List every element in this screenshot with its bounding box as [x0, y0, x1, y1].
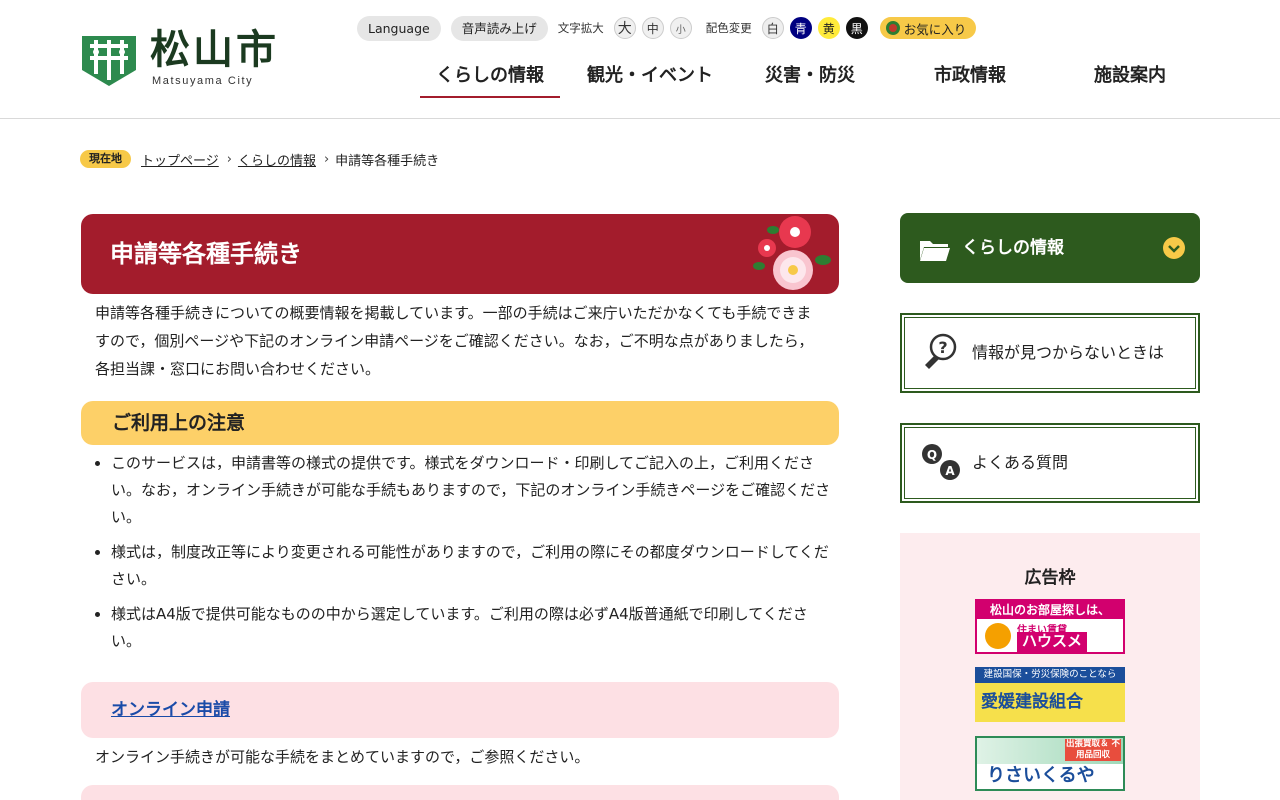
logo-title: 松山市	[150, 27, 279, 73]
faq-label: よくある質問	[972, 453, 1069, 472]
chevron-right-icon: ›	[323, 151, 330, 167]
camellia-decoration-icon	[753, 216, 831, 290]
language-button[interactable]: Language	[357, 15, 441, 41]
notice-list: このサービスは，申請書等の様式の提供です。様式をダウンロード・印刷してご記入の上…	[95, 450, 836, 663]
nav-item-disaster[interactable]: 災害・防災	[740, 56, 880, 98]
city-emblem-icon	[82, 36, 136, 86]
page-title-bar: 申請等各種手続き	[81, 214, 839, 294]
ad-banner-recycleya[interactable]: 出張買取＆ 不用品回収 りさいくるや	[975, 736, 1125, 791]
svg-text:?: ?	[938, 338, 947, 357]
svg-text:A: A	[945, 464, 955, 478]
svg-text:Q: Q	[927, 448, 937, 462]
utility-bar: Language 音声読み上げ 文字拡大 大 中 小 配色変更 白 青 黄 黒 …	[357, 15, 977, 41]
list-item: 様式は，制度改正等により変更される可能性がありますので，ご利用の際にその都度ダウ…	[95, 539, 836, 593]
sun-icon	[985, 623, 1011, 649]
online-heading-bar: オンライン申請	[81, 682, 839, 738]
breadcrumb-link-top[interactable]: トップページ	[141, 150, 219, 169]
intro-text: 申請等各種手続きについての概要情報を掲載しています。一部の手続はご来庁いただかな…	[95, 304, 814, 378]
not-found-help-link[interactable]: ? 情報が見つからないときは	[900, 313, 1200, 393]
sidebar-category-living[interactable]: くらしの情報	[900, 213, 1200, 283]
ad-text: ハウスメイト	[1017, 632, 1087, 652]
not-found-label: 情報が見つからないときは	[972, 343, 1165, 362]
logo-subtitle: Matsuyama City	[152, 75, 254, 87]
color-white-button[interactable]: 白	[761, 17, 784, 39]
favorites-label: お気に入り	[903, 21, 967, 37]
ad-text: 出張買取＆ 不用品回収	[1065, 739, 1121, 761]
text-size-small-button[interactable]: 小	[669, 17, 692, 39]
text-size-medium-button[interactable]: 中	[641, 17, 664, 39]
color-scheme-label: 配色変更	[705, 21, 752, 35]
voice-reader-button[interactable]: 音声読み上げ	[450, 15, 548, 41]
online-application-link[interactable]: オンライン申請	[111, 682, 230, 738]
breadcrumb-link-living[interactable]: くらしの情報	[238, 150, 316, 169]
list-item: このサービスは，申請書等の様式の提供です。様式をダウンロード・印刷してご記入の上…	[95, 450, 836, 531]
ad-banner-ehime-kensetsu[interactable]: 建設国保・労災保険のことなら 愛媛建設組合	[975, 667, 1125, 722]
nav-item-facilities[interactable]: 施設案内	[1060, 56, 1200, 98]
nav-item-city-admin[interactable]: 市政情報	[900, 56, 1040, 98]
faq-link[interactable]: Q A よくある質問	[900, 423, 1200, 503]
sidebar-category-label: くらしの情報	[962, 238, 1064, 258]
notice-heading-bar: ご利用上の注意	[81, 401, 839, 445]
notice-heading: ご利用上の注意	[112, 412, 246, 434]
color-black-button[interactable]: 黒	[845, 17, 868, 39]
text-size-large-button[interactable]: 大	[613, 17, 636, 39]
ad-area: 広告枠 松山のお部屋探しは、 住まい賃貸 ハウスメイト 建設国保・労災保険のこと…	[900, 533, 1200, 800]
question-search-icon: ?	[925, 333, 957, 369]
chevron-right-icon: ›	[226, 151, 232, 167]
color-blue-button[interactable]: 青	[789, 17, 812, 39]
next-section-bar	[81, 785, 839, 800]
global-nav: くらしの情報 観光・イベント 災害・防災 市政情報 施設案内	[420, 56, 1200, 98]
breadcrumb-current: 申請等各種手続き	[335, 153, 440, 169]
ad-area-title: 広告枠	[1024, 568, 1076, 588]
ad-text: 愛媛建設組合	[981, 692, 1083, 712]
site-logo[interactable]: 松山市 Matsuyama City	[80, 27, 290, 91]
nav-item-living[interactable]: くらしの情報	[420, 56, 560, 98]
camellia-icon	[885, 21, 900, 35]
ad-text: 建設国保・労災保険のことなら	[975, 667, 1125, 683]
color-yellow-button[interactable]: 黄	[817, 17, 840, 39]
list-item: 様式はA4版で提供可能なものの中から選定しています。ご利用の際は必ずA4版普通紙…	[95, 601, 836, 655]
favorites-button[interactable]: お気に入り	[879, 17, 977, 39]
qa-icon: Q A	[922, 444, 960, 480]
ad-banner-housemate[interactable]: 松山のお部屋探しは、 住まい賃貸 ハウスメイト	[975, 599, 1125, 654]
ad-text: 松山のお部屋探しは、	[977, 601, 1123, 619]
nav-item-tourism[interactable]: 観光・イベント	[580, 56, 720, 98]
current-location-badge: 現在地	[80, 150, 131, 168]
text-size-label: 文字拡大	[557, 21, 604, 35]
site-header: 松山市 Matsuyama City Language 音声読み上げ 文字拡大 …	[0, 0, 1280, 119]
online-description: オンライン手続きが可能な手続をまとめていますので，ご参照ください。	[95, 748, 590, 766]
folder-icon	[920, 241, 950, 261]
breadcrumb: 現在地 トップページ › くらしの情報 › 申請等各種手続き	[80, 149, 439, 169]
chevron-down-icon[interactable]	[1163, 237, 1185, 259]
ad-text: りさいくるや	[987, 765, 1095, 786]
page-title: 申請等各種手続き	[110, 240, 302, 268]
